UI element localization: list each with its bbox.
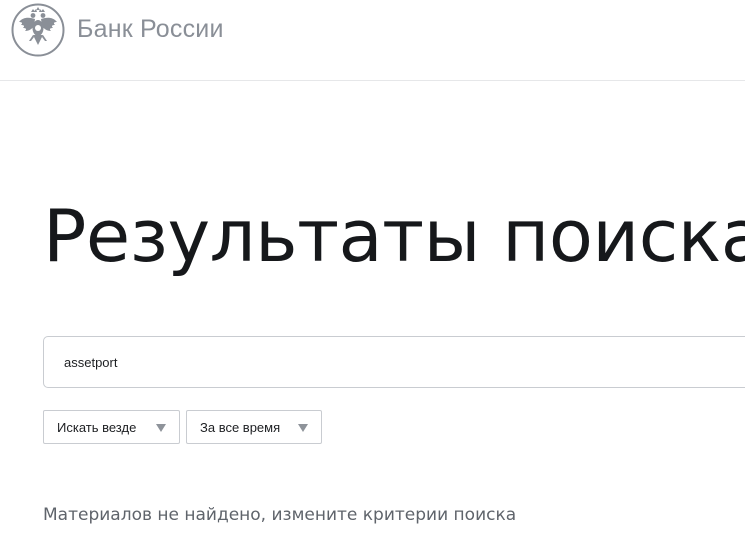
- logo-link[interactable]: Банк России: [11, 3, 224, 57]
- eagle-emblem-icon: [11, 3, 65, 57]
- filter-scope-dropdown[interactable]: Искать везде: [43, 410, 180, 444]
- caret-down-icon: [156, 424, 166, 432]
- filter-period-label: За все время: [200, 419, 281, 435]
- filter-period-dropdown[interactable]: За все время: [186, 410, 322, 444]
- page-title: Результаты поиска: [43, 194, 745, 278]
- page: Банк России Результаты поиска Искать вез…: [0, 0, 745, 535]
- filter-scope-label: Искать везде: [57, 419, 137, 435]
- logo-text: Банк России: [77, 14, 224, 43]
- empty-results-message: Материалов не найдено, измените критерии…: [43, 505, 517, 525]
- caret-down-icon: [298, 424, 308, 432]
- site-header: Банк России: [0, 0, 745, 81]
- search-input[interactable]: [43, 336, 745, 388]
